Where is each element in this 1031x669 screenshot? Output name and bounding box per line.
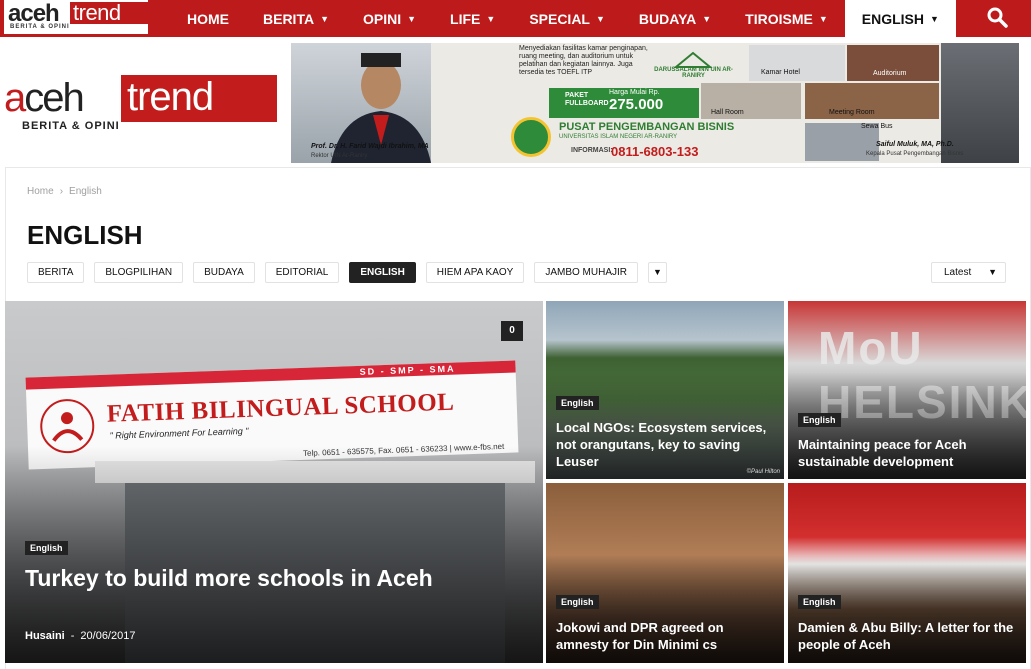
rector-caption: Prof. Dr. H. Farid Wajdi Ibrahim, MA	[311, 143, 429, 150]
info-phone: 0811-6803-133	[611, 144, 699, 159]
price-value: 275.000	[609, 96, 664, 113]
article-tile[interactable]: English Local NGOs: Ecosystem services, …	[546, 301, 784, 479]
breadcrumb-current[interactable]: English	[69, 186, 102, 197]
menu-item-english[interactable]: ENGLISH ▼	[844, 0, 956, 37]
chevron-down-icon: ▼	[652, 267, 662, 277]
business-center-name: PUSAT PENGEMBANGAN BISNIS	[559, 121, 735, 133]
menu-label: BERITA	[263, 10, 315, 27]
menu-label: LIFE	[450, 10, 481, 27]
info-label: INFORMASI:	[571, 147, 613, 154]
darussalam-inn-logo	[673, 51, 713, 68]
director-caption: Saiful Muluk, MA, Ph.D.	[876, 141, 954, 148]
featured-article[interactable]: SD - SMP - SMA FATIH BILINGUAL SCHOOL " …	[5, 301, 543, 663]
menu-item-home[interactable]: HOME	[170, 0, 246, 37]
chevron-down-icon: ▼	[930, 13, 939, 24]
menu-item-life[interactable]: LIFE ▼	[433, 0, 512, 37]
chevron-down-icon: ▼	[486, 13, 496, 24]
category-filter-bar: BERITA BLOGPILIHAN BUDAYA EDITORIAL ENGL…	[27, 262, 667, 283]
chevron-down-icon: ▼	[988, 267, 997, 277]
search-icon	[987, 7, 1008, 28]
banner-photo-label: Hall Room	[711, 109, 744, 116]
filter-chip-english[interactable]: ENGLISH	[349, 262, 416, 283]
sign-levels: SD - SMP - SMA	[359, 363, 456, 377]
filter-chip-hiem-apa-kaoy[interactable]: HIEM APA KAOY	[425, 262, 525, 283]
filter-chip-jambo-muhajir[interactable]: JAMBO MUHAJIR	[534, 262, 638, 283]
logo-word-aceh: aceh	[4, 76, 85, 120]
package-price-box: PAKET FULLBOARD Harga Mulai Rp. 275.000	[549, 88, 699, 118]
breadcrumb-home[interactable]: Home	[27, 186, 54, 197]
photo-credit: ©Paul Hilton	[746, 469, 780, 475]
banner-description: Menyediakan fasilitas kamar penginapan, …	[519, 45, 648, 76]
advertisement-banner[interactable]: Prof. Dr. H. Farid Wajdi Ibrahim, MA Rek…	[291, 43, 1019, 163]
article-tile[interactable]: MoU HELSINKI English Maintaining peace f…	[788, 301, 1026, 479]
article-title[interactable]: Damien & Abu Billy: A letter for the peo…	[798, 619, 1018, 653]
logo-word-trend: trend	[121, 75, 277, 122]
article-tile[interactable]: English Damien & Abu Billy: A letter for…	[788, 483, 1026, 663]
menu-label: TIROISME	[745, 10, 813, 27]
category-tag[interactable]: English	[556, 595, 599, 609]
filter-chip-budaya[interactable]: BUDAYA	[193, 262, 255, 283]
chevron-down-icon: ▼	[818, 13, 828, 24]
menu-label: HOME	[187, 10, 229, 27]
rector-role: Rektor UIN Ar-Raniry	[311, 153, 368, 159]
menu-item-tiroisme[interactable]: TIROISME ▼	[728, 0, 845, 37]
sort-label: Latest	[944, 267, 972, 278]
menu-item-berita[interactable]: BERITA ▼	[246, 0, 346, 37]
comment-count-badge[interactable]: 0	[501, 321, 523, 341]
chevron-down-icon: ▼	[596, 13, 605, 24]
article-title[interactable]: Jokowi and DPR agreed on amnesty for Din…	[556, 619, 776, 653]
banner-photo-label: Sewa Bus	[861, 123, 893, 130]
logo-word-trend: trend	[70, 2, 148, 24]
article-date: 20/06/2017	[80, 630, 136, 642]
chevron-down-icon: ▼	[407, 13, 417, 24]
breadcrumb: Home › English	[27, 186, 102, 197]
banner-photo-label: Meeting Room	[829, 109, 875, 116]
page-title: ENGLISH	[27, 220, 143, 250]
darussalam-inn-label: DARUSSALAM INN UIN AR-RANIRY	[654, 67, 733, 79]
article-tile[interactable]: English Jokowi and DPR agreed on amnesty…	[546, 483, 784, 663]
filter-chip-blogpilihan[interactable]: BLOGPILIHAN	[94, 262, 184, 283]
sign-school-name: FATIH BILINGUAL SCHOOL	[106, 388, 455, 428]
uin-emblem-icon	[511, 117, 551, 157]
chevron-down-icon: ▼	[702, 13, 712, 24]
article-meta: Husaini - 20/06/2017	[25, 630, 135, 642]
category-tag[interactable]: English	[556, 396, 599, 410]
price-prefix: Harga Mulai Rp.	[609, 89, 660, 96]
main-menu: HOME BERITA ▼ OPINI ▼ LIFE ▼ SPECIAL ▼ BUDAY…	[170, 0, 956, 37]
menu-item-special[interactable]: SPECIAL ▼	[512, 0, 622, 37]
package-label: PAKET FULLBOARD	[565, 92, 609, 107]
site-logo[interactable]: aceh trend BERITA & OPINI	[4, 75, 278, 135]
more-filters-button[interactable]: ▼	[647, 262, 667, 283]
logo-tagline: BERITA & OPINI	[22, 120, 120, 132]
filter-chip-berita[interactable]: BERITA	[27, 262, 85, 283]
logo-word-aceh-rest: ceh	[24, 76, 84, 120]
menu-item-opini[interactable]: OPINI ▼	[346, 0, 433, 37]
category-tag[interactable]: English	[798, 595, 841, 609]
filter-chip-editorial[interactable]: EDITORIAL	[264, 262, 340, 283]
university-name: UNIVERSITAS ISLAM NEGERI AR-RANIRY	[559, 134, 678, 140]
search-button[interactable]	[985, 5, 1009, 29]
menu-label: OPINI	[363, 10, 402, 27]
article-author[interactable]: Husaini	[25, 630, 65, 642]
category-tag[interactable]: English	[798, 413, 841, 427]
menu-item-budaya[interactable]: BUDAYA ▼	[622, 0, 728, 37]
article-title[interactable]: Local NGOs: Ecosystem services, not oran…	[556, 419, 776, 470]
meta-separator: -	[70, 630, 75, 642]
category-tag[interactable]: English	[25, 541, 68, 555]
director-role: Kepala Pusat Pengembangan Bisnis	[866, 151, 964, 157]
chevron-down-icon: ▼	[320, 13, 329, 24]
sign-slogan: " Right Environment For Learning "	[109, 425, 249, 441]
menu-label: SPECIAL	[529, 10, 590, 27]
menu-label: ENGLISH	[861, 10, 924, 27]
banner-photo-label: Kamar Hotel	[761, 69, 800, 76]
sort-dropdown[interactable]: Latest ▼	[931, 262, 1006, 283]
logo-tagline: BERITA & OPINI	[10, 24, 70, 30]
article-title[interactable]: Maintaining peace for Aceh sustainable d…	[798, 436, 1018, 470]
article-title[interactable]: Turkey to build more schools in Aceh	[25, 563, 445, 593]
nav-logo[interactable]: aceh trend BERITA & OPINI	[4, 0, 148, 34]
top-navigation-bar: aceh trend BERITA & OPINI HOME BERITA ▼ O…	[0, 0, 1031, 37]
menu-label: BUDAYA	[638, 10, 697, 27]
breadcrumb-separator-icon: ›	[59, 186, 64, 197]
banner-photo-label: Auditorium	[873, 70, 907, 77]
